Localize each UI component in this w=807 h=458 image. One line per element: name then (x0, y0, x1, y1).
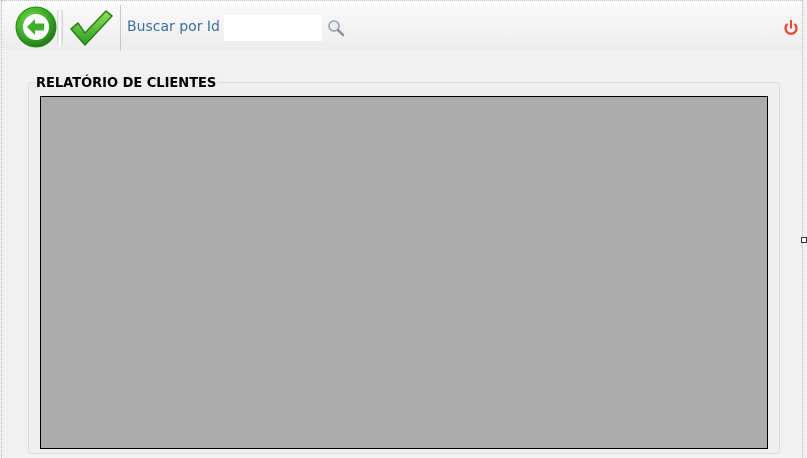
search-label: Buscar por Id : (127, 19, 230, 35)
window-frame-left (1, 0, 2, 458)
search-input[interactable] (224, 15, 322, 41)
report-title: RELATÓRIO DE CLIENTES (36, 76, 219, 91)
resize-handle[interactable] (801, 237, 807, 243)
power-button[interactable] (782, 19, 800, 37)
search-button[interactable] (326, 18, 346, 38)
report-viewer[interactable] (40, 96, 768, 449)
back-button-bevel (57, 9, 63, 47)
magnifier-icon (328, 20, 345, 37)
back-button[interactable] (15, 6, 63, 50)
toolbar-separator (120, 5, 121, 51)
power-icon (784, 19, 798, 35)
confirm-button[interactable] (68, 7, 114, 49)
checkmark-icon (70, 10, 113, 46)
toolbar: Buscar por Id : (2, 1, 802, 51)
arrow-left-circle-icon (15, 6, 57, 48)
window-frame-right (802, 0, 803, 458)
report-window: Buscar por Id : RELATÓRIO DE CLIENTES (0, 0, 807, 458)
